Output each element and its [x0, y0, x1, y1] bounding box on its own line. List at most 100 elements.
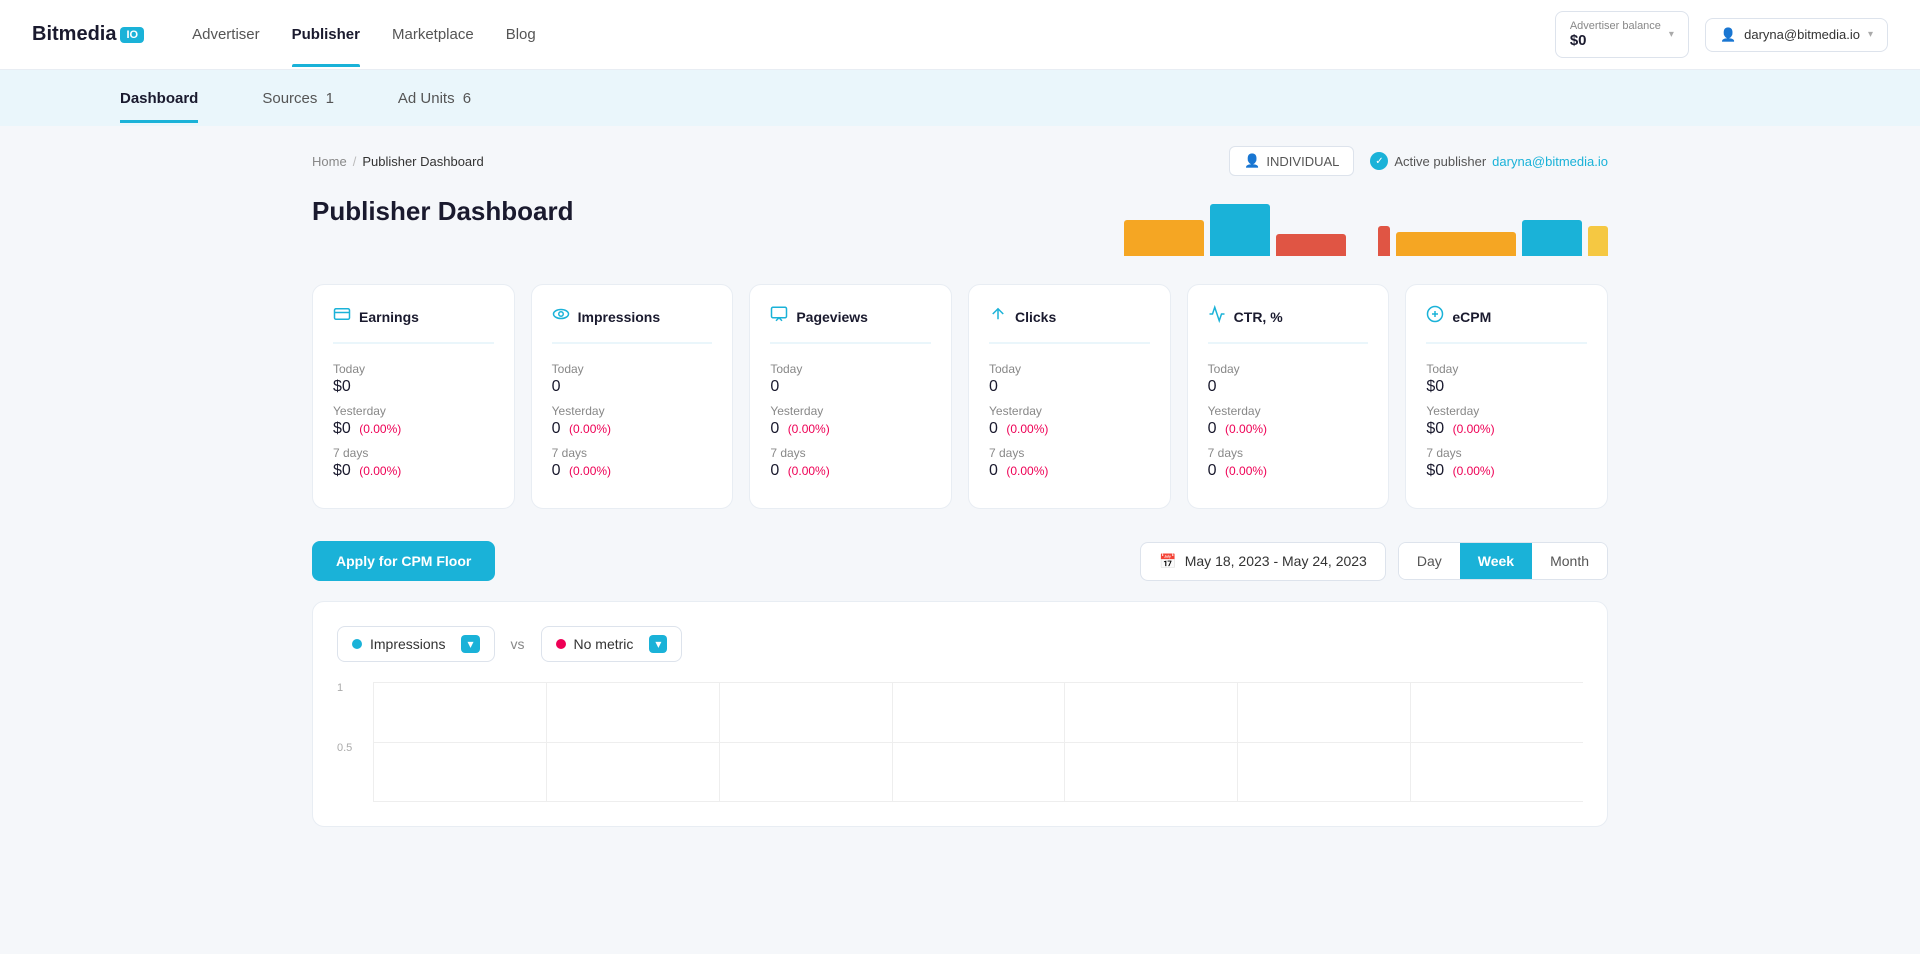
- period-month-button[interactable]: Month: [1532, 543, 1607, 579]
- earnings-yesterday-row: Yesterday $0 (0.00%): [333, 404, 494, 438]
- breadcrumb-home[interactable]: Home: [312, 154, 347, 169]
- period-week-button[interactable]: Week: [1460, 543, 1532, 579]
- sub-nav-ad-units[interactable]: Ad Units 6: [398, 74, 471, 123]
- stats-row: Earnings Today $0 Yesterday $0 (0.00%) 7…: [312, 284, 1608, 509]
- nav-links: Advertiser Publisher Marketplace Blog: [192, 2, 1555, 67]
- metric2-chevron-icon: ▾: [649, 635, 667, 653]
- calendar-icon: 📅: [1159, 553, 1176, 570]
- impressions-label: Impressions: [578, 309, 660, 325]
- stat-card-pageviews: Pageviews Today 0 Yesterday 0 (0.00%) 7 …: [749, 284, 952, 509]
- chart-plot-area: [373, 682, 1583, 802]
- preview-chart: [1124, 196, 1608, 256]
- logo[interactable]: Bitmedia IO: [32, 23, 144, 46]
- metric1-chevron-icon: ▾: [461, 635, 479, 653]
- user-email: daryna@bitmedia.io: [1744, 27, 1860, 42]
- stat-card-header-clicks: Clicks: [989, 305, 1150, 344]
- title-row: Publisher Dashboard: [312, 196, 1608, 256]
- stat-card-header-pageviews: Pageviews: [770, 305, 931, 344]
- preview-bar-1: [1210, 204, 1270, 256]
- earnings-today-value: $0: [333, 378, 494, 396]
- sub-navigation: Dashboard Sources 1 Ad Units 6: [0, 70, 1920, 126]
- metric1-dot: [352, 639, 362, 649]
- preview-bar-4: [1396, 232, 1516, 256]
- chart-header: Impressions ▾ vs No metric ▾: [337, 626, 1583, 662]
- stat-card-header-ecpm: eCPM: [1426, 305, 1587, 344]
- breadcrumb-row: Home / Publisher Dashboard 👤 INDIVIDUAL …: [312, 146, 1608, 176]
- metric1-selector[interactable]: Impressions ▾: [337, 626, 495, 662]
- breadcrumb-current: Publisher Dashboard: [362, 154, 483, 169]
- apply-cpm-floor-button[interactable]: Apply for CPM Floor: [312, 541, 495, 581]
- grid-col-7: [1411, 682, 1583, 802]
- balance-button[interactable]: Advertiser balance $0 ▾: [1555, 11, 1689, 58]
- earnings-7days-value: $0 (0.00%): [333, 462, 494, 480]
- ecpm-label: eCPM: [1452, 309, 1491, 325]
- stat-card-clicks: Clicks Today 0 Yesterday 0 (0.00%) 7 day…: [968, 284, 1171, 509]
- clicks-icon: [989, 305, 1007, 328]
- stat-card-header-impressions: Impressions: [552, 305, 713, 344]
- individual-label: INDIVIDUAL: [1266, 154, 1339, 169]
- nav-marketplace[interactable]: Marketplace: [392, 2, 474, 67]
- breadcrumb: Home / Publisher Dashboard: [312, 154, 484, 169]
- period-selector: Day Week Month: [1398, 542, 1608, 580]
- metric2-dot: [556, 639, 566, 649]
- chart-grid: 1 0.5: [337, 682, 1583, 802]
- metric2-selector[interactable]: No metric ▾: [541, 626, 683, 662]
- period-day-button[interactable]: Day: [1399, 543, 1460, 579]
- active-publisher-badge: ✓ Active publisher daryna@bitmedia.io: [1370, 152, 1608, 170]
- stat-card-impressions: Impressions Today 0 Yesterday 0 (0.00%) …: [531, 284, 734, 509]
- active-publisher-label: Active publisher: [1394, 154, 1486, 169]
- main-content: Home / Publisher Dashboard 👤 INDIVIDUAL …: [280, 126, 1640, 867]
- metric1-label: Impressions: [370, 636, 445, 652]
- page-title: Publisher Dashboard: [312, 196, 574, 227]
- stat-card-ctr: CTR, % Today 0 Yesterday 0 (0.00%) 7 day…: [1187, 284, 1390, 509]
- balance-label: Advertiser balance: [1570, 20, 1661, 32]
- grid-col-6: [1238, 682, 1411, 802]
- preview-bar-5: [1522, 220, 1582, 256]
- grid-col-1: [374, 682, 547, 802]
- chevron-down-icon: ▾: [1669, 29, 1674, 40]
- sub-nav-sources[interactable]: Sources 1: [262, 74, 334, 123]
- y-axis-labels: 1 0.5: [337, 682, 373, 802]
- top-navigation: Bitmedia IO Advertiser Publisher Marketp…: [0, 0, 1920, 70]
- balance-amount: $0: [1570, 32, 1587, 49]
- active-publisher-email: daryna@bitmedia.io: [1492, 154, 1608, 169]
- preview-bar-2: [1276, 234, 1346, 256]
- pageviews-icon: [770, 305, 788, 328]
- vertical-grid-lines: [374, 682, 1583, 802]
- ctr-label: CTR, %: [1234, 309, 1283, 325]
- user-menu-button[interactable]: 👤 daryna@bitmedia.io ▾: [1705, 18, 1888, 52]
- clicks-label: Clicks: [1015, 309, 1056, 325]
- earnings-today-row: Today $0: [333, 362, 494, 396]
- nav-advertiser[interactable]: Advertiser: [192, 2, 260, 67]
- nav-publisher[interactable]: Publisher: [292, 2, 360, 67]
- grid-col-4: [893, 682, 1066, 802]
- y-label-1: 1: [337, 682, 373, 694]
- grid-col-5: [1065, 682, 1238, 802]
- logo-text: Bitmedia: [32, 23, 116, 46]
- stat-card-earnings: Earnings Today $0 Yesterday $0 (0.00%) 7…: [312, 284, 515, 509]
- ecpm-icon: [1426, 305, 1444, 328]
- date-range-label: May 18, 2023 - May 24, 2023: [1185, 553, 1367, 569]
- stat-card-header-ctr: CTR, %: [1208, 305, 1369, 344]
- pageviews-label: Pageviews: [796, 309, 868, 325]
- date-range-picker[interactable]: 📅 May 18, 2023 - May 24, 2023: [1140, 542, 1386, 581]
- grid-col-3: [720, 682, 893, 802]
- breadcrumb-right: 👤 INDIVIDUAL ✓ Active publisher daryna@b…: [1229, 146, 1608, 176]
- individual-icon: 👤: [1244, 153, 1260, 169]
- sub-nav-dashboard[interactable]: Dashboard: [120, 74, 198, 123]
- vs-label: vs: [511, 636, 525, 652]
- grid-col-2: [547, 682, 720, 802]
- ctr-icon: [1208, 305, 1226, 328]
- individual-badge: 👤 INDIVIDUAL: [1229, 146, 1354, 176]
- chevron-down-icon: ▾: [1868, 29, 1873, 40]
- nav-blog[interactable]: Blog: [506, 2, 536, 67]
- preview-bar-3: [1378, 226, 1390, 256]
- controls-row: Apply for CPM Floor 📅 May 18, 2023 - May…: [312, 541, 1608, 581]
- check-circle-icon: ✓: [1370, 152, 1388, 170]
- earnings-yesterday-value: $0 (0.00%): [333, 420, 494, 438]
- preview-bar-0: [1124, 220, 1204, 256]
- date-controls: 📅 May 18, 2023 - May 24, 2023 Day Week M…: [1140, 542, 1608, 581]
- y-label-05: 0.5: [337, 742, 373, 754]
- stat-card-header-earnings: Earnings: [333, 305, 494, 344]
- earnings-icon: [333, 305, 351, 328]
